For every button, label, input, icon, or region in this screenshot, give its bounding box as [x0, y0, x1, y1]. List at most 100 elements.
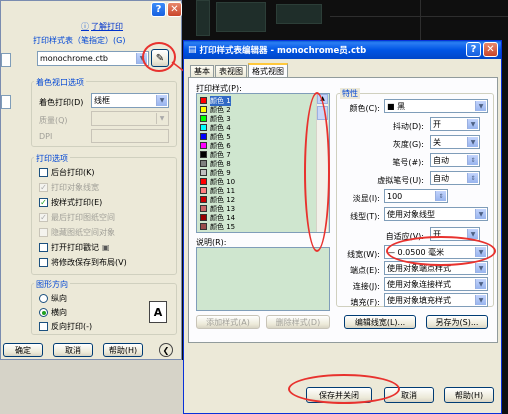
lineweight-select[interactable]: — 0.0500 毫米 ▼ [384, 245, 488, 259]
chevron-down-icon: ▼ [475, 295, 486, 305]
color-swatch [200, 115, 207, 122]
edit-lineweights-button[interactable]: 编辑线宽(L)... [344, 315, 416, 329]
joinstyle-label: 连接(J): [352, 282, 380, 291]
screening-stepper[interactable]: 100 ⇕ [384, 189, 448, 203]
endstyle-label: 端点(E): [350, 266, 380, 275]
close-title-button[interactable]: ✕ [483, 42, 498, 57]
save-as-button[interactable]: 另存为(S)... [426, 315, 488, 329]
radio-dot [41, 310, 46, 315]
adaptive-label: 自适应(V): [385, 232, 424, 241]
save-and-close-button[interactable]: 保存并关闭 [306, 387, 372, 403]
checkmark-icon: ✓ [39, 182, 48, 192]
quality-select[interactable]: ▼ [91, 111, 169, 126]
properties-group-title: 特性 [340, 88, 360, 99]
color-swatch [200, 124, 207, 131]
list-item[interactable]: 颜色 15 [197, 222, 329, 231]
help-button[interactable]: 帮助(H) [444, 387, 494, 403]
cancel-button[interactable]: 取消 [384, 387, 434, 403]
joinstyle-select[interactable]: 使用对象连接样式 ▼ [384, 277, 488, 291]
chevron-down-icon: ▼ [475, 101, 486, 111]
editor-title: 打印样式表编辑器 - monochrome员.ctb [199, 46, 367, 56]
tab-table-view[interactable]: 表视图 [215, 65, 247, 77]
plot-styles-list[interactable]: 颜色 1 颜色 2 颜色 3 颜色 4 颜色 5 颜色 6 颜色 7 颜色 8 … [196, 93, 330, 233]
chevron-down-icon: ▼ [475, 279, 486, 289]
left-field-stub [1, 53, 11, 67]
chevron-down-icon: ▼ [156, 113, 167, 124]
color-swatch [200, 160, 207, 167]
plot-with-styles-checkbox[interactable]: ✓ 按样式打印(E) [39, 197, 102, 208]
chevron-down-icon: ▼ [467, 137, 478, 147]
plot-style-table-group-title: 打印样式表（笔指定）(G) [33, 36, 126, 45]
adaptive-select[interactable]: 开 ▼ [430, 227, 480, 241]
shade-plot-label: 着色打印(D) [39, 98, 84, 107]
checkbox-box [39, 322, 48, 331]
chevron-down-icon: ▼ [475, 247, 486, 257]
color-swatch [200, 187, 207, 194]
checkbox-box [39, 258, 48, 267]
checkmark-icon: ✓ [39, 197, 48, 207]
add-style-button[interactable]: 添加样式(A) [196, 315, 260, 329]
cad-drawing-block [196, 0, 210, 36]
collapse-arrow-icon[interactable]: ❮ [159, 343, 173, 357]
tab-general[interactable]: 基本 [190, 65, 214, 77]
pen-number-stepper[interactable]: 自动 ⇕ [430, 153, 480, 167]
checkbox-box [39, 243, 48, 252]
plot-style-table-select[interactable]: monochrome.ctb ▼ [37, 51, 149, 66]
spinner-icon: ⇕ [467, 173, 478, 183]
color-swatch [200, 205, 207, 212]
learn-about-plot-link[interactable]: ⓘ 了解打印 [81, 21, 123, 32]
chevron-down-icon: ▼ [156, 95, 167, 106]
edit-plot-style-button[interactable]: ✎ [151, 49, 169, 67]
plot-paperspace-last-checkbox[interactable]: ✓ 最后打印图纸空间 [39, 212, 115, 223]
scroll-up-icon[interactable]: ▲ [317, 94, 328, 104]
tab-form-view[interactable]: 格式视图 [248, 63, 288, 77]
workspace-gray-area [0, 360, 183, 414]
virtual-pen-stepper[interactable]: 自动 ⇕ [430, 171, 480, 185]
color-swatch [200, 151, 207, 158]
linetype-select[interactable]: 使用对象线型 ▼ [384, 207, 488, 221]
ok-button[interactable]: 确定 [3, 343, 43, 357]
chevron-down-icon: ▼ [475, 209, 486, 219]
shade-plot-select[interactable]: 线框 ▼ [91, 93, 169, 108]
color-swatch [200, 196, 207, 203]
plot-style-table-editor: ▤ 打印样式表编辑器 - monochrome员.ctb ? ✕ 基本 表视图 … [183, 40, 502, 414]
color-swatch [200, 106, 207, 113]
cad-drawing-block [216, 2, 266, 32]
color-swatch [200, 178, 207, 185]
background-plot-checkbox[interactable]: 后台打印(K) [39, 167, 95, 178]
portrait-radio[interactable]: 纵向 [39, 293, 67, 304]
plot-options-group-title: 打印选项 [34, 153, 70, 164]
hide-paperspace-objects-checkbox[interactable]: 隐藏图纸空间对象 [39, 227, 115, 238]
color-swatch [200, 142, 207, 149]
checkbox-box [39, 168, 48, 177]
dpi-label: DPI [39, 132, 53, 141]
upside-down-checkbox[interactable]: 反向打印(-) [39, 321, 92, 332]
help-button[interactable]: 帮助(H) [103, 343, 143, 357]
editor-title-bar: ▤ 打印样式表编辑器 - monochrome员.ctb [184, 41, 501, 59]
dither-select[interactable]: 开 ▼ [430, 117, 480, 131]
color-swatch [200, 133, 207, 140]
checkbox-box [39, 228, 48, 237]
help-title-button[interactable]: ? [151, 2, 166, 17]
delete-style-button[interactable]: 删除样式(D) [266, 315, 330, 329]
landscape-radio[interactable]: 横向 [39, 307, 67, 318]
description-field[interactable] [196, 247, 330, 311]
fillstyle-select[interactable]: 使用对象填充样式 ▼ [384, 293, 488, 307]
plot-styles-scrollbar[interactable]: ▲ [316, 94, 328, 232]
cancel-button[interactable]: 取消 [53, 343, 93, 357]
color-select[interactable]: ■ 黑 ▼ [384, 99, 488, 113]
grayscale-select[interactable]: 关 ▼ [430, 135, 480, 149]
save-changes-to-layout-checkbox[interactable]: 将修改保存到布局(V) [39, 257, 127, 268]
drawing-orientation-group-title: 图形方向 [34, 279, 70, 290]
endstyle-select[interactable]: 使用对象端点样式 ▼ [384, 261, 488, 275]
plot-stamp-checkbox[interactable]: 打开打印戳记 ▣ [39, 242, 110, 253]
plot-object-lineweights-checkbox[interactable]: ✓ 打印对象线宽 [39, 182, 99, 193]
close-title-button[interactable]: ✕ [167, 2, 182, 17]
spinner-icon: ⇕ [467, 155, 478, 165]
dpi-field[interactable] [91, 129, 169, 143]
help-title-button[interactable]: ? [466, 42, 481, 57]
plot-dialog: ? ✕ ⓘ 了解打印 打印样式表（笔指定）(G) monochrome.ctb … [0, 0, 182, 360]
app-icon: ▤ [188, 45, 197, 55]
scroll-thumb[interactable] [317, 106, 328, 120]
orientation-preview-icon: A [149, 301, 167, 323]
